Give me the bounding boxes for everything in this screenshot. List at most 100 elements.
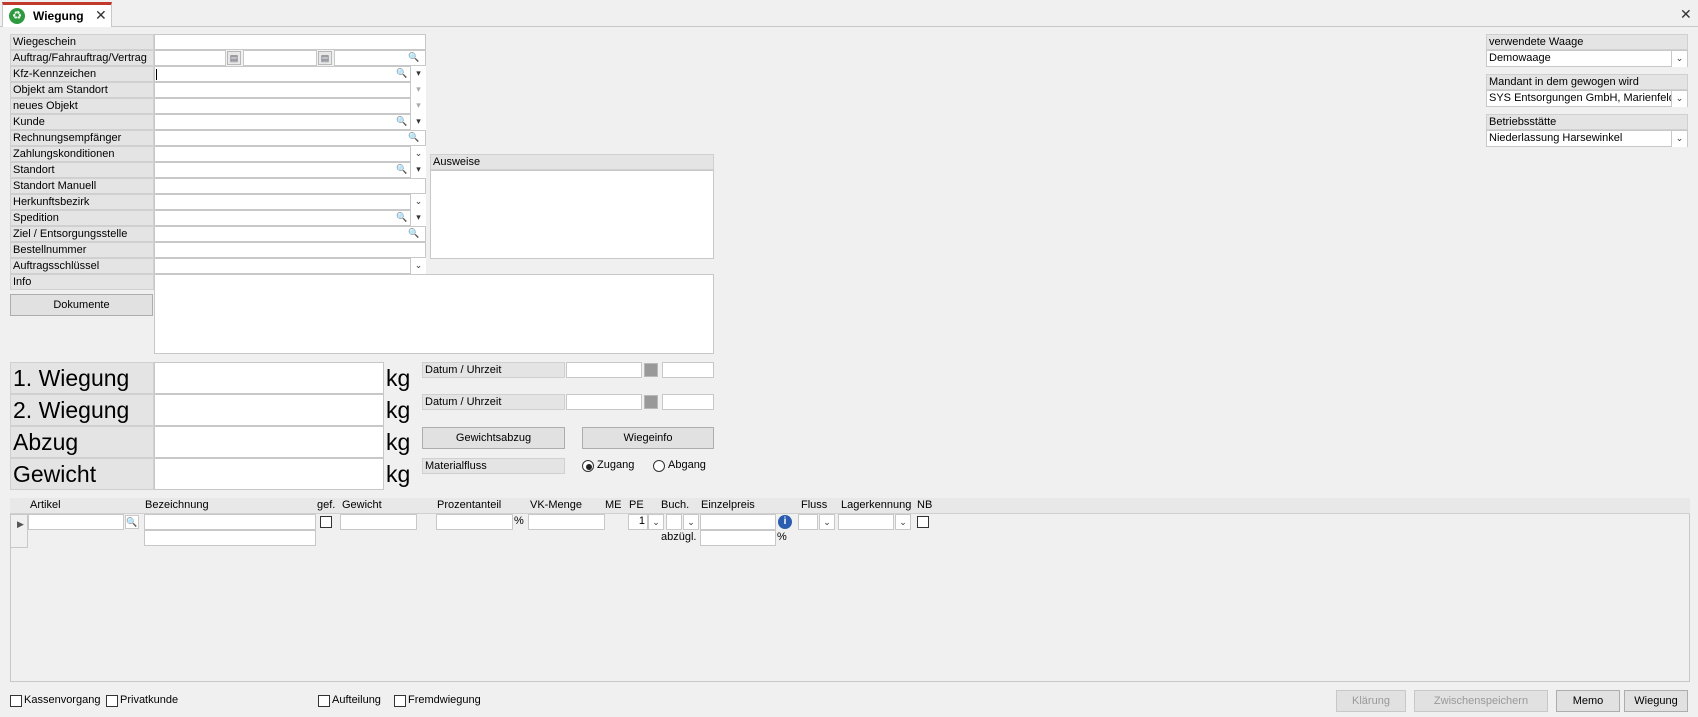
- search-icon[interactable]: 🔍: [395, 67, 409, 81]
- pe-input[interactable]: 1: [628, 514, 648, 530]
- rechnungsempfaenger-field[interactable]: [154, 130, 426, 146]
- row-indicator[interactable]: ▶: [10, 514, 28, 548]
- calendar-icon[interactable]: [644, 395, 658, 409]
- auftragsschluessel-field[interactable]: [154, 258, 426, 274]
- ziel-field[interactable]: [154, 226, 426, 242]
- auftrag-field[interactable]: [154, 50, 226, 66]
- wiegeinfo-button[interactable]: Wiegeinfo: [582, 427, 714, 449]
- chevron-down-icon[interactable]: ⌄: [895, 514, 911, 530]
- standort-manuell-field[interactable]: [154, 178, 426, 194]
- chevron-down-icon[interactable]: ▾: [410, 210, 426, 226]
- chevron-down-icon[interactable]: ▾: [410, 162, 426, 178]
- chevron-down-icon[interactable]: ⌄: [648, 514, 664, 530]
- artikel-input[interactable]: [28, 514, 124, 530]
- memo-button[interactable]: Memo: [1556, 690, 1620, 712]
- datum1-field[interactable]: [566, 362, 642, 378]
- lagerkennung-input[interactable]: [838, 514, 894, 530]
- gef-checkbox[interactable]: [320, 516, 332, 528]
- info-textarea[interactable]: [154, 274, 714, 354]
- aufteilung-checkbox[interactable]: [318, 695, 330, 707]
- bezeichnung-input-2[interactable]: [144, 530, 316, 546]
- abzug-field[interactable]: [154, 426, 384, 458]
- lookup-icon[interactable]: ▤: [227, 51, 241, 65]
- label-ziel: Ziel / Entsorgungsstelle: [10, 226, 154, 242]
- chevron-down-icon[interactable]: ▾: [410, 114, 426, 130]
- zahlungskonditionen-field[interactable]: [154, 146, 426, 162]
- info-icon[interactable]: i: [778, 515, 792, 529]
- waage-select[interactable]: Demowaage: [1486, 50, 1688, 67]
- bezeichnung-input[interactable]: [144, 514, 316, 530]
- wiegung1-field[interactable]: [154, 362, 384, 394]
- window-close-icon[interactable]: ✕: [1680, 6, 1692, 23]
- buch-input[interactable]: [666, 514, 682, 530]
- lookup-icon[interactable]: ▤: [318, 51, 332, 65]
- neues-objekt-field[interactable]: [154, 98, 426, 114]
- chevron-down-icon[interactable]: ⌄: [410, 258, 426, 274]
- chevron-down-icon[interactable]: ▾: [410, 66, 426, 82]
- chevron-down-icon[interactable]: ⌄: [683, 514, 699, 530]
- wiegung2-field[interactable]: [154, 394, 384, 426]
- chevron-down-icon[interactable]: ▾: [410, 82, 426, 98]
- chevron-down-icon[interactable]: ⌄: [819, 514, 835, 530]
- datum1-label: Datum / Uhrzeit: [422, 362, 565, 378]
- col-fluss: Fluss: [801, 499, 828, 511]
- abzug-percent-input[interactable]: [700, 530, 776, 546]
- fluss-input[interactable]: [798, 514, 818, 530]
- chevron-down-icon[interactable]: ⌄: [410, 194, 426, 210]
- bestellnummer-field[interactable]: [154, 242, 426, 258]
- wiegung-button[interactable]: Wiegung: [1624, 690, 1688, 712]
- kfz-field[interactable]: [154, 66, 426, 82]
- mandant-select[interactable]: SYS Entsorgungen GmbH, Marienfeld: [1486, 90, 1688, 107]
- wiegeschein-field[interactable]: [154, 34, 426, 50]
- pe-value: 1: [638, 515, 645, 527]
- search-icon[interactable]: 🔍: [407, 51, 421, 65]
- chevron-down-icon[interactable]: ⌄: [1671, 91, 1687, 107]
- standort-field[interactable]: [154, 162, 426, 178]
- einzelpreis-input[interactable]: [700, 514, 776, 530]
- kassenvorgang-checkbox[interactable]: [10, 695, 22, 707]
- dokumente-button[interactable]: Dokumente: [10, 294, 153, 316]
- prozentanteil-input[interactable]: [436, 514, 513, 530]
- search-icon[interactable]: 🔍: [395, 163, 409, 177]
- uhrzeit1-field[interactable]: [662, 362, 714, 378]
- col-gef: gef.: [317, 499, 336, 511]
- chevron-down-icon[interactable]: ⌄: [1671, 131, 1687, 147]
- label-spedition: Spedition: [10, 210, 154, 226]
- datum2-field[interactable]: [566, 394, 642, 410]
- privatkunde-checkbox[interactable]: [106, 695, 118, 707]
- chevron-down-icon[interactable]: ⌄: [410, 146, 426, 162]
- abzug-label: Abzug: [10, 426, 154, 458]
- search-icon[interactable]: 🔍: [395, 115, 409, 129]
- calendar-icon[interactable]: [644, 363, 658, 377]
- vk-menge-input[interactable]: [528, 514, 605, 530]
- betrieb-select[interactable]: Niederlassung Harsewinkel: [1486, 130, 1688, 147]
- chevron-down-icon[interactable]: ⌄: [1671, 51, 1687, 67]
- herkunftsbezirk-field[interactable]: [154, 194, 426, 210]
- percent-sign: %: [514, 515, 524, 527]
- tab-wiegung[interactable]: ♻ Wiegung ✕: [2, 2, 112, 27]
- zwischenspeichern-button[interactable]: Zwischenspeichern: [1414, 690, 1548, 712]
- fahrauftrag-field[interactable]: [243, 50, 317, 66]
- col-artikel: Artikel: [30, 499, 61, 511]
- label-wiegeschein: Wiegeschein: [10, 34, 154, 50]
- nb-checkbox[interactable]: [917, 516, 929, 528]
- klaerung-button[interactable]: Klärung: [1336, 690, 1406, 712]
- gewicht-input[interactable]: [340, 514, 417, 530]
- chevron-down-icon[interactable]: ▾: [410, 98, 426, 114]
- col-nb: NB: [917, 499, 933, 511]
- ausweise-list[interactable]: [430, 170, 714, 259]
- tab-close-icon[interactable]: ✕: [95, 7, 107, 24]
- gewichtsabzug-button[interactable]: Gewichtsabzug: [422, 427, 565, 449]
- search-icon[interactable]: 🔍: [125, 515, 139, 529]
- zugang-radio[interactable]: [582, 460, 594, 472]
- objekt-field[interactable]: [154, 82, 426, 98]
- search-icon[interactable]: 🔍: [407, 131, 421, 145]
- fremdwiegung-checkbox[interactable]: [394, 695, 406, 707]
- search-icon[interactable]: 🔍: [407, 227, 421, 241]
- abgang-radio[interactable]: [653, 460, 665, 472]
- kunde-field[interactable]: [154, 114, 426, 130]
- search-icon[interactable]: 🔍: [395, 211, 409, 225]
- spedition-field[interactable]: [154, 210, 426, 226]
- uhrzeit2-field[interactable]: [662, 394, 714, 410]
- gewicht-field[interactable]: [154, 458, 384, 490]
